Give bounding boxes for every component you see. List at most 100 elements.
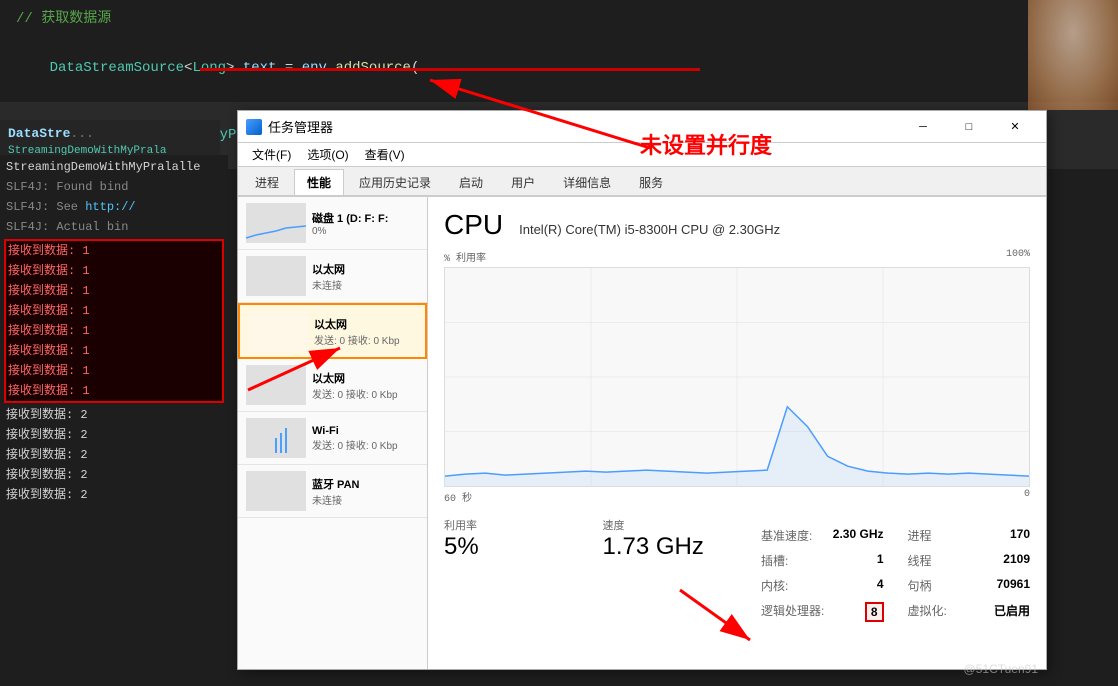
- wifi-name: Wi-Fi: [312, 425, 419, 437]
- console-data-1-6: 接收到数据: 1: [6, 341, 222, 361]
- code-comment: // 获取数据源: [16, 11, 111, 27]
- tab-performance[interactable]: 性能: [294, 169, 344, 195]
- cpu-header: CPU Intel(R) Core(TM) i5-8300H CPU @ 2.3…: [444, 209, 1030, 241]
- resource-wifi[interactable]: Wi-Fi 发送: 0 接收: 0 Kbp: [238, 412, 427, 465]
- bt-info: 蓝牙 PAN 未连接: [312, 476, 419, 507]
- cpu-speed-stat: 速度 1.73 GHz: [603, 517, 738, 624]
- eth-active-name: 以太网: [314, 316, 417, 332]
- console-line-slf4j-1: SLF4J: Found bind: [4, 177, 224, 197]
- detail-socket: 插槽: 1: [761, 550, 884, 571]
- tab-users[interactable]: 用户: [498, 169, 548, 195]
- detail-virtualization: 虚拟化: 已启用: [908, 600, 1031, 624]
- disk-name: 磁盘 1 (D: F: F:: [312, 210, 419, 226]
- resource-bluetooth[interactable]: 蓝牙 PAN 未连接: [238, 465, 427, 518]
- tab-services[interactable]: 服务: [626, 169, 676, 195]
- eth-disconnected-info: 以太网 未连接: [312, 261, 419, 292]
- console-line-slf4j-3: SLF4J: Actual bin: [4, 217, 224, 237]
- eth-active-stat: 发送: 0 接收: 0 Kbp: [314, 332, 417, 347]
- detail-handle-count: 句柄 70961: [908, 575, 1031, 596]
- tab-startup[interactable]: 启动: [446, 169, 496, 195]
- console-data-1-4: 接收到数据: 1: [6, 301, 222, 321]
- console-line-1: StreamingDemoWithMyPralalle: [4, 157, 224, 177]
- cpu-chart: [444, 267, 1030, 487]
- eth-disconnected-name: 以太网: [312, 261, 419, 277]
- menubar: 文件(F) 选项(O) 查看(V): [238, 143, 1046, 167]
- eth-active-info: 以太网 发送: 0 接收: 0 Kbp: [314, 316, 417, 347]
- task-manager-window: 任务管理器 ─ □ ✕ 文件(F) 选项(O) 查看(V) 进程 性能 应用历史…: [237, 110, 1047, 670]
- error-underline: [200, 68, 700, 71]
- console-data-2-5: 接收到数据: 2: [4, 485, 224, 505]
- menu-file[interactable]: 文件(F): [244, 144, 299, 165]
- chart-label-left: % 利用率: [444, 249, 486, 265]
- time-label-left: 60 秒: [444, 489, 472, 505]
- window-controls: ─ □ ✕: [900, 111, 1038, 143]
- resource-eth-active2[interactable]: 以太网 发送: 0 接收: 0 Kbp: [238, 359, 427, 412]
- utilization-value: 5%: [444, 533, 579, 561]
- minimize-button[interactable]: ─: [900, 111, 946, 143]
- resource-list: 磁盘 1 (D: F: F: 0% 以太网 未连接: [238, 197, 428, 669]
- cpu-time-labels: 60 秒 0: [444, 489, 1030, 505]
- watermark: @51CTuen91: [964, 662, 1038, 676]
- console-data-2-4: 接收到数据: 2: [4, 465, 224, 485]
- console-line-slf4j-2: SLF4J: See http://: [4, 197, 224, 217]
- cpu-title: CPU: [444, 209, 503, 241]
- console-data-2-3: 接收到数据: 2: [4, 445, 224, 465]
- detail-core: 内核: 4: [761, 575, 884, 596]
- cpu-stats-row: 利用率 5% 速度 1.73 GHz 基准速度: 2.30 GHz 进程: [444, 517, 1030, 624]
- disk-info: 磁盘 1 (D: F: F: 0%: [312, 210, 419, 237]
- resource-disk[interactable]: 磁盘 1 (D: F: F: 0%: [238, 197, 427, 250]
- photo-thumbnail: [1028, 0, 1118, 110]
- cpu-chart-labels: % 利用率 100%: [444, 249, 1030, 265]
- cpu-utilization-stat: 利用率 5%: [444, 517, 579, 624]
- time-label-right: 0: [1024, 489, 1030, 505]
- tab-process[interactable]: 进程: [242, 169, 292, 195]
- chart-label-right: 100%: [1006, 249, 1030, 265]
- logical-processor-value: 8: [865, 602, 884, 622]
- console-data-1-group: 接收到数据: 1 接收到数据: 1 接收到数据: 1 接收到数据: 1 接收到数…: [4, 239, 224, 403]
- detail-thread-count: 线程 2109: [908, 550, 1031, 571]
- cpu-detail-grid: 基准速度: 2.30 GHz 进程 170 插槽: 1 线程: [761, 525, 1030, 624]
- maximize-button[interactable]: □: [946, 111, 992, 143]
- titlebar: 任务管理器 ─ □ ✕: [238, 111, 1046, 143]
- wifi-stat: 发送: 0 接收: 0 Kbp: [312, 437, 419, 452]
- eth-active2-name: 以太网: [312, 370, 419, 386]
- console-data-1-3: 接收到数据: 1: [6, 281, 222, 301]
- detail-process-count: 进程 170: [908, 525, 1031, 546]
- console-data-1-8: 接收到数据: 1: [6, 381, 222, 401]
- eth-active2-stat: 发送: 0 接收: 0 Kbp: [312, 386, 419, 401]
- menu-options[interactable]: 选项(O): [299, 144, 356, 165]
- detail-logical-processors: 逻辑处理器: 8: [761, 600, 884, 624]
- cpu-detail-panel: CPU Intel(R) Core(TM) i5-8300H CPU @ 2.3…: [428, 197, 1046, 669]
- tab-bar: 进程 性能 应用历史记录 启动 用户 详细信息 服务: [238, 167, 1046, 197]
- cpu-subtitle: Intel(R) Core(TM) i5-8300H CPU @ 2.30GHz: [519, 222, 780, 237]
- tab-app-history[interactable]: 应用历史记录: [346, 169, 444, 195]
- console-data-2-2: 接收到数据: 2: [4, 425, 224, 445]
- console-data-2-1: 接收到数据: 2: [4, 405, 224, 425]
- bt-name: 蓝牙 PAN: [312, 476, 419, 492]
- cpu-detail-section: 基准速度: 2.30 GHz 进程 170 插槽: 1 线程: [761, 517, 1030, 624]
- bt-stat: 未连接: [312, 492, 419, 507]
- cpu-chart-container: % 利用率 100%: [444, 249, 1030, 505]
- console-area: StreamingDemoWithMyPralalle SLF4J: Found…: [0, 155, 228, 686]
- disk-stat: 0%: [312, 226, 419, 237]
- eth-disconnected-thumb: [246, 256, 306, 296]
- tab-details[interactable]: 详细信息: [550, 169, 624, 195]
- console-data-1-1: 接收到数据: 1: [6, 241, 222, 261]
- console-data-1-5: 接收到数据: 1: [6, 321, 222, 341]
- eth-active2-info: 以太网 发送: 0 接收: 0 Kbp: [312, 370, 419, 401]
- resource-eth-disconnected[interactable]: 以太网 未连接: [238, 250, 427, 303]
- taskmanager-icon: [246, 119, 262, 135]
- console-data-1-2: 接收到数据: 1: [6, 261, 222, 281]
- eth-active2-thumb: [246, 365, 306, 405]
- close-button[interactable]: ✕: [992, 111, 1038, 143]
- disk-thumb: [246, 203, 306, 243]
- eth-active-thumb: [248, 311, 308, 351]
- console-data-1-7: 接收到数据: 1: [6, 361, 222, 381]
- detail-basespeed: 基准速度: 2.30 GHz: [761, 525, 884, 546]
- wifi-thumb: [246, 418, 306, 458]
- resource-eth-active[interactable]: 以太网 发送: 0 接收: 0 Kbp: [238, 303, 427, 359]
- speed-value: 1.73 GHz: [603, 533, 738, 561]
- bt-thumb: [246, 471, 306, 511]
- menu-view[interactable]: 查看(V): [357, 144, 413, 165]
- window-title: 任务管理器: [268, 117, 900, 136]
